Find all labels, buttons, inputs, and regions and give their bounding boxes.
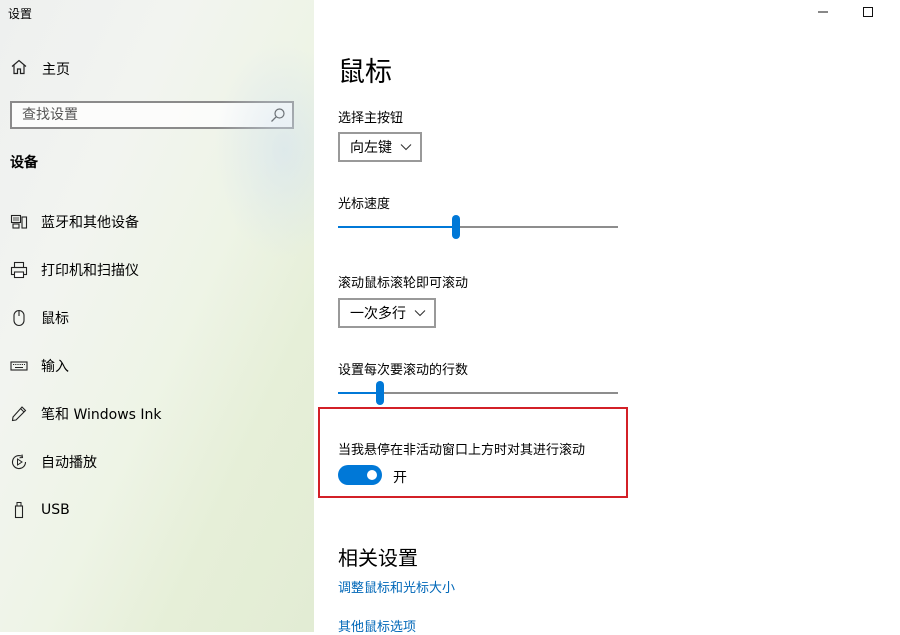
main-content: 鼠标 选择主按钮 向左键 光标速度 滚动鼠标滚轮即可滚动 一次多行 设置每次要滚… — [314, 0, 900, 635]
section-title: 设备 — [10, 155, 38, 171]
scroll-mode-dropdown[interactable]: 一次多行 — [338, 298, 436, 328]
home-label: 主页 — [42, 62, 70, 78]
inactive-scroll-toggle[interactable] — [338, 465, 382, 485]
sidebar-item-label: 鼠标 — [41, 311, 69, 327]
scroll-mode-label: 滚动鼠标滚轮即可滚动 — [338, 276, 469, 291]
slider-thumb[interactable] — [376, 381, 384, 405]
sidebar-item-printers[interactable]: 打印机和扫描仪 — [0, 246, 314, 294]
usb-icon — [10, 501, 28, 519]
sidebar-item-label: 打印机和扫描仪 — [41, 263, 139, 279]
sidebar-item-label: 自动播放 — [41, 455, 97, 471]
sidebar: 设置 主页 设备 蓝牙和其他设备 打印机和扫描仪 — [0, 0, 314, 632]
sidebar-item-pen[interactable]: 笔和 Windows Ink — [0, 390, 314, 438]
search-box[interactable] — [10, 101, 294, 129]
minimize-button[interactable] — [800, 0, 846, 24]
chevron-down-icon — [400, 143, 412, 151]
scroll-lines-label: 设置每次要滚动的行数 — [338, 363, 469, 378]
scroll-lines-slider[interactable] — [338, 381, 618, 405]
sidebar-item-label: USB — [41, 502, 70, 518]
sidebar-item-usb[interactable]: USB — [0, 486, 314, 534]
primary-button-dropdown[interactable]: 向左键 — [338, 132, 422, 162]
slider-thumb[interactable] — [452, 215, 460, 239]
sidebar-item-autoplay[interactable]: 自动播放 — [0, 438, 314, 486]
app-title: 设置 — [8, 7, 33, 21]
sidebar-item-label: 笔和 Windows Ink — [41, 407, 162, 423]
related-settings-title: 相关设置 — [338, 546, 418, 570]
primary-button-label: 选择主按钮 — [338, 111, 404, 126]
pen-icon — [10, 405, 28, 423]
chevron-down-icon — [414, 309, 426, 317]
home-icon — [10, 58, 28, 80]
inactive-scroll-label: 当我悬停在非活动窗口上方时对其进行滚动 — [338, 443, 586, 458]
slider-fill — [338, 392, 380, 394]
cursor-speed-slider[interactable] — [338, 215, 618, 239]
sidebar-item-label: 输入 — [41, 359, 69, 375]
sidebar-item-typing[interactable]: 输入 — [0, 342, 314, 390]
slider-fill — [338, 226, 456, 228]
search-input[interactable] — [12, 103, 266, 127]
adjust-cursor-size-link[interactable]: 调整鼠标和光标大小 — [338, 577, 455, 596]
toggle-state-text: 开 — [393, 470, 407, 486]
additional-mouse-options-link[interactable]: 其他鼠标选项 — [338, 616, 416, 635]
sidebar-item-label: 蓝牙和其他设备 — [41, 215, 139, 231]
maximize-icon — [862, 3, 874, 22]
printer-icon — [10, 261, 28, 279]
sidebar-item-mouse[interactable]: 鼠标 — [0, 294, 314, 342]
mouse-icon — [10, 309, 28, 327]
home-nav-item[interactable]: 主页 — [10, 58, 70, 80]
search-icon[interactable] — [266, 103, 290, 127]
minimize-icon — [817, 3, 829, 22]
primary-button-value: 向左键 — [350, 140, 392, 156]
toggle-knob — [367, 470, 377, 480]
sidebar-nav: 蓝牙和其他设备 打印机和扫描仪 鼠标 输入 笔和 Windows Ink 自动播… — [0, 198, 314, 534]
bluetooth-devices-icon — [10, 213, 28, 231]
page-title: 鼠标 — [338, 57, 392, 88]
sidebar-item-bluetooth[interactable]: 蓝牙和其他设备 — [0, 198, 314, 246]
keyboard-icon — [10, 357, 28, 375]
cursor-speed-label: 光标速度 — [338, 197, 391, 212]
autoplay-icon — [10, 453, 28, 471]
maximize-button[interactable] — [845, 0, 891, 24]
scroll-mode-value: 一次多行 — [350, 306, 406, 322]
